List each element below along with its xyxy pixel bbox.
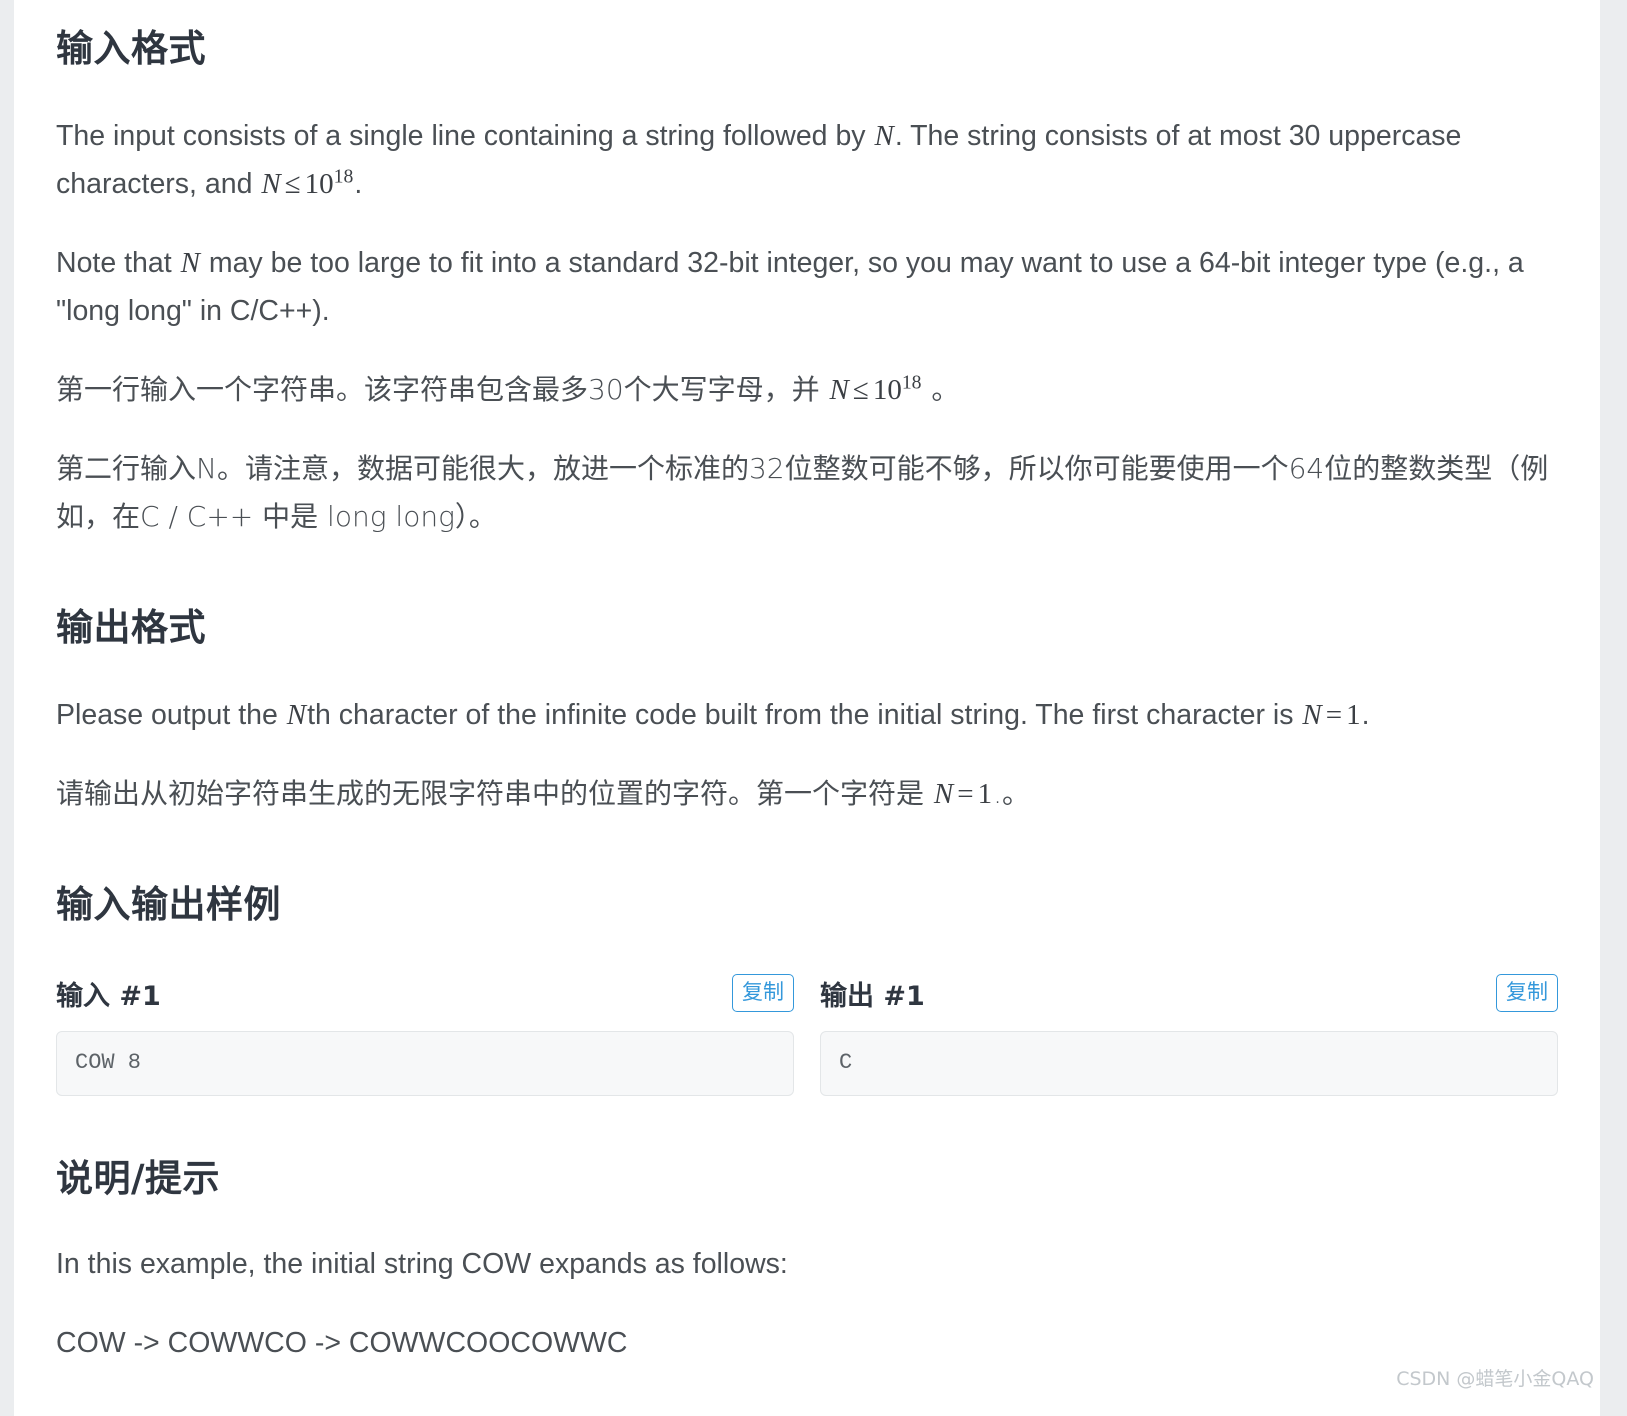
page-background: 输入格式 The input consists of a single line… bbox=[0, 0, 1627, 1416]
content-inner: 输入格式 The input consists of a single line… bbox=[14, 0, 1600, 1367]
math-equation-n-eq-1: N = 1 bbox=[933, 778, 993, 810]
math-var: N bbox=[933, 778, 954, 810]
input-format-paragraph-cn-1: 第一行输入一个字符串。该字符串包含最多30个大写字母，并 N ≤1018 。 bbox=[56, 366, 1558, 414]
text-fragment: may be too large to fit into a standard … bbox=[56, 247, 1524, 327]
math-var-n: N bbox=[286, 699, 307, 731]
section-heading-samples: 输入输出样例 bbox=[56, 883, 281, 926]
section-heading-output-format: 输出格式 bbox=[56, 606, 206, 649]
text-fragment: th character of the infinite code built … bbox=[307, 699, 1302, 731]
math-base: 10 bbox=[872, 374, 902, 406]
sample-output-title: 输出 #1 bbox=[820, 980, 925, 1012]
section-heading-input-format: 输入格式 bbox=[56, 27, 206, 70]
text-fragment: .。 bbox=[993, 777, 1031, 810]
math-inequality-n-le-10e18: N ≤1018 bbox=[260, 165, 354, 200]
math-base: 10 bbox=[304, 168, 334, 200]
math-operator: ≤ bbox=[852, 374, 869, 406]
math-operator: = bbox=[1325, 699, 1343, 731]
text-fragment: . bbox=[354, 168, 363, 200]
math-operator: = bbox=[957, 778, 974, 810]
text-fragment: . bbox=[1361, 699, 1370, 731]
math-exponent: 18 bbox=[901, 371, 922, 394]
output-format-paragraph-en: Please output the Nth character of the i… bbox=[56, 691, 1558, 739]
math-var-n: N bbox=[874, 120, 894, 152]
math-value: 1 bbox=[1346, 699, 1361, 731]
sample-input-title: 输入 #1 bbox=[56, 980, 161, 1012]
sample-output-column: 输出 #1 复制 C bbox=[820, 972, 1558, 1096]
hint-paragraph-2: COW -> COWWCO -> COWWCOOCOWWC bbox=[56, 1327, 628, 1359]
math-equation-n-eq-1: N = 1 bbox=[1301, 699, 1361, 731]
math-var: N bbox=[829, 374, 849, 406]
math-var: N bbox=[261, 168, 281, 200]
text-fragment: The input consists of a single line cont… bbox=[56, 120, 874, 152]
sample-output-code[interactable]: C bbox=[820, 1031, 1558, 1096]
copy-input-button[interactable]: 复制 bbox=[732, 974, 794, 1012]
math-var-n: N bbox=[180, 247, 200, 279]
copy-output-button[interactable]: 复制 bbox=[1496, 974, 1558, 1012]
text-fragment: 第一行输入一个字符串。该字符串包含最多30个大写字母，并 bbox=[56, 373, 829, 406]
math-var: N bbox=[1302, 699, 1322, 731]
math-value: 1 bbox=[977, 778, 993, 810]
sample-input-header: 输入 #1 复制 bbox=[56, 972, 794, 1014]
text-fragment: Note that bbox=[56, 247, 180, 279]
text-fragment: Please output the bbox=[56, 699, 286, 731]
samples-container: 输入 #1 复制 COW 8 输出 #1 复制 C bbox=[56, 972, 1558, 1096]
hint-paragraph-1: In this example, the initial string COW … bbox=[56, 1248, 788, 1280]
math-exponent: 18 bbox=[333, 165, 354, 188]
sample-input-column: 输入 #1 复制 COW 8 bbox=[56, 972, 794, 1096]
problem-content-card: 输入格式 The input consists of a single line… bbox=[14, 0, 1600, 1416]
math-inequality-n-le-10e18: N ≤1018 bbox=[829, 371, 923, 406]
sample-output-header: 输出 #1 复制 bbox=[820, 972, 1558, 1014]
section-heading-hint: 说明/提示 bbox=[56, 1157, 221, 1200]
sample-input-code[interactable]: COW 8 bbox=[56, 1031, 794, 1096]
text-fragment: 请输出从初始字符串生成的无限字符串中的位置的字符。第一个字符是 bbox=[56, 777, 933, 810]
csdn-watermark: CSDN @蜡笔小金QAQ bbox=[1396, 1368, 1594, 1390]
math-operator: ≤ bbox=[284, 168, 301, 200]
input-format-paragraph-cn-2: 第二行输入N。请注意，数据可能很大，放进一个标准的32位整数可能不够，所以你可能… bbox=[56, 452, 1549, 533]
text-fragment: 。 bbox=[922, 373, 960, 406]
output-format-paragraph-cn: 请输出从初始字符串生成的无限字符串中的位置的字符。第一个字符是 N = 1.。 bbox=[56, 770, 1558, 818]
input-format-paragraph-en-1: The input consists of a single line cont… bbox=[56, 112, 1558, 208]
input-format-paragraph-en-2: Note that N may be too large to fit into… bbox=[56, 239, 1558, 335]
